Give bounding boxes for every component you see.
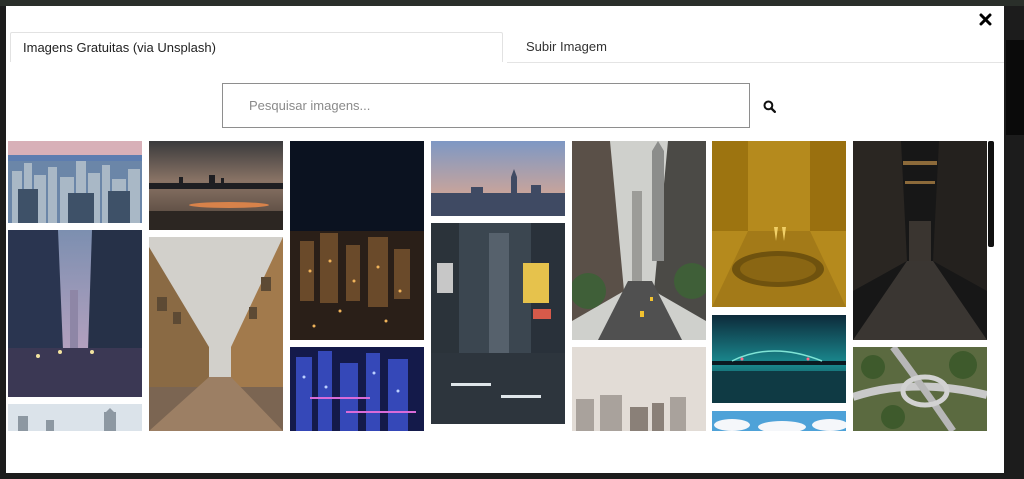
thumbnail-teal-bridge-night[interactable]: [712, 315, 846, 403]
thumbnail-city-skyline-day[interactable]: [8, 141, 142, 223]
thumbnail-cobblestone-street-buildings[interactable]: [149, 237, 283, 431]
scrollbar-thumb[interactable]: [988, 141, 994, 247]
tab-divider: [507, 62, 1004, 63]
gallery-scrollbar[interactable]: [988, 141, 994, 431]
thumbnail-hazy-skyline[interactable]: [572, 347, 706, 431]
image-gallery: [6, 141, 1004, 431]
image-picker-modal: Imagens Gratuitas (via Unsplash) Subir I…: [6, 6, 1004, 473]
thumbnail-city-lights-night-aerial[interactable]: [290, 141, 424, 340]
thumbnail-city-street-dusk[interactable]: [8, 230, 142, 397]
close-button[interactable]: [976, 10, 994, 28]
thumbnail-city-towers-pale[interactable]: [8, 404, 142, 431]
thumbnail-amber-street-manhole[interactable]: [712, 141, 846, 307]
thumbnail-sky-clouds[interactable]: [712, 411, 846, 431]
search-box: [222, 83, 750, 128]
tab-upload-image[interactable]: Subir Imagem: [514, 32, 619, 62]
search-input[interactable]: [222, 83, 750, 128]
thumbnail-skyline-dusk-tower[interactable]: [431, 141, 565, 216]
tab-bar: Imagens Gratuitas (via Unsplash) Subir I…: [10, 32, 1004, 63]
thumbnail-avenue-skyscrapers-taxis[interactable]: [572, 141, 706, 340]
tab-free-images[interactable]: Imagens Gratuitas (via Unsplash): [10, 32, 503, 62]
search-button[interactable]: [761, 98, 777, 114]
thumbnail-highway-interchange-aerial[interactable]: [853, 347, 987, 431]
thumbnail-photo-partial[interactable]: [431, 429, 565, 431]
backdrop-edge: [1006, 40, 1024, 135]
thumbnail-times-square-rain[interactable]: [431, 223, 565, 424]
close-x-icon: [979, 13, 991, 25]
search-icon: [763, 100, 776, 113]
thumbnail-dark-alley-night[interactable]: [853, 141, 987, 340]
thumbnail-skyline-sunset-reflection[interactable]: [149, 141, 283, 230]
thumbnail-blue-neon-city-night[interactable]: [290, 347, 424, 431]
